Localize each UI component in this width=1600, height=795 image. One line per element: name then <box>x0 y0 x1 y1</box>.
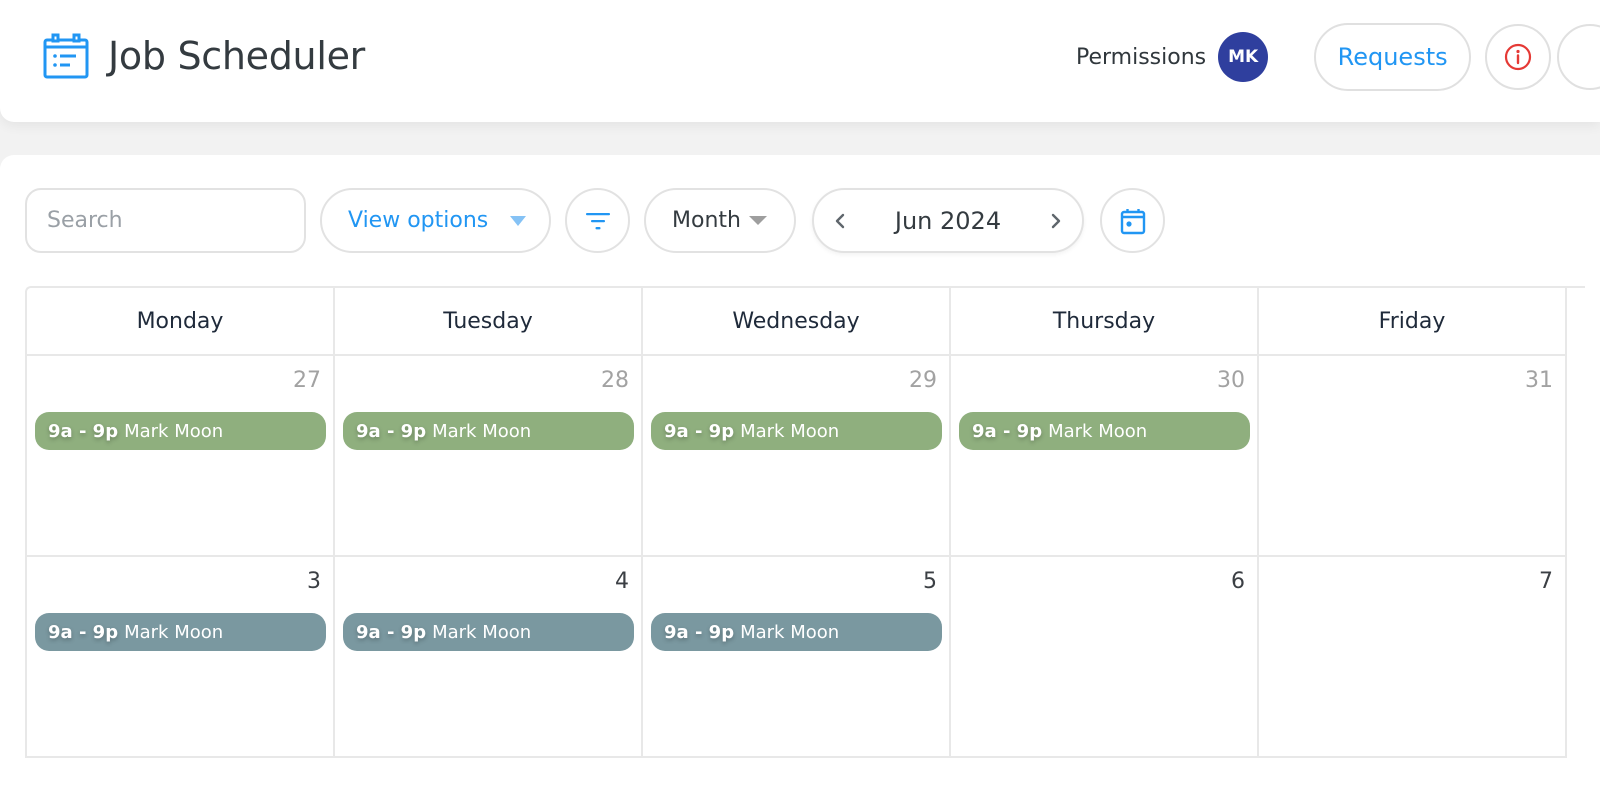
permissions-link[interactable]: Permissions <box>1076 45 1206 70</box>
shift-event[interactable]: 9a - 9p Mark Moon <box>651 412 942 450</box>
app-title: Job Scheduler <box>108 34 365 78</box>
date-number: 3 <box>307 569 321 594</box>
date-number: 7 <box>1539 569 1553 594</box>
date-number: 4 <box>615 569 629 594</box>
day-cell[interactable]: 31 <box>1259 356 1567 557</box>
event-employee-name: Mark Moon <box>432 420 532 442</box>
event-time: 9a - 9p <box>48 621 119 643</box>
shift-event[interactable]: 9a - 9p Mark Moon <box>343 412 634 450</box>
event-employee-name: Mark Moon <box>1048 420 1148 442</box>
shift-event[interactable]: 9a - 9p Mark Moon <box>343 613 634 651</box>
current-period-label: Jun 2024 <box>894 206 1002 235</box>
weekday-header: Monday <box>27 288 335 356</box>
date-number: 30 <box>1217 368 1245 393</box>
prev-period-button[interactable] <box>828 206 852 236</box>
chevron-left-icon <box>835 213 845 228</box>
day-cell[interactable]: 28 9a - 9p Mark Moon <box>335 356 643 557</box>
info-button[interactable] <box>1485 24 1552 90</box>
weekday-header: Friday <box>1259 288 1567 356</box>
event-time: 9a - 9p <box>664 621 735 643</box>
chevron-right-icon <box>1051 213 1061 228</box>
event-time: 9a - 9p <box>356 621 427 643</box>
event-employee-name: Mark Moon <box>740 621 840 643</box>
date-navigator: Jun 2024 <box>812 188 1084 253</box>
day-cell[interactable]: 6 <box>951 557 1259 758</box>
weekday-header: Wednesday <box>643 288 951 356</box>
event-time: 9a - 9p <box>48 420 119 442</box>
more-button[interactable] <box>1557 24 1600 90</box>
weekday-header: Tuesday <box>335 288 643 356</box>
search-box[interactable] <box>25 188 321 253</box>
main-content: View options Month Jun 2024 <box>0 155 1600 795</box>
date-number: 5 <box>923 569 937 594</box>
event-employee-name: Mark Moon <box>124 420 224 442</box>
day-cell[interactable]: 4 9a - 9p Mark Moon <box>335 557 643 758</box>
filter-button[interactable] <box>565 188 630 253</box>
day-cell[interactable]: 5 9a - 9p Mark Moon <box>643 557 951 758</box>
info-icon <box>1505 43 1532 71</box>
filter-icon <box>585 212 610 229</box>
date-number: 29 <box>909 368 937 393</box>
day-cell[interactable]: 3 9a - 9p Mark Moon <box>27 557 335 758</box>
header-actions: Permissions MK Requests <box>1076 22 1600 92</box>
calendar-list-icon <box>43 33 89 79</box>
event-time: 9a - 9p <box>664 420 735 442</box>
search-input[interactable] <box>47 208 321 233</box>
view-options-dropdown[interactable]: View options <box>320 188 551 253</box>
shift-event[interactable]: 9a - 9p Mark Moon <box>651 613 942 651</box>
caret-down-icon <box>748 216 767 225</box>
shift-event[interactable]: 9a - 9p Mark Moon <box>35 613 326 651</box>
weekday-header: Thursday <box>951 288 1259 356</box>
weekday-header-row: Monday Tuesday Wednesday Thursday Friday <box>27 288 1585 356</box>
caret-down-icon <box>510 215 527 226</box>
user-avatar[interactable]: MK <box>1218 32 1269 82</box>
event-time: 9a - 9p <box>356 420 427 442</box>
date-number: 27 <box>293 368 321 393</box>
view-options-label: View options <box>348 208 489 233</box>
date-number: 28 <box>601 368 629 393</box>
day-cell[interactable]: 27 9a - 9p Mark Moon <box>27 356 335 557</box>
next-period-button[interactable] <box>1044 206 1068 236</box>
event-time: 9a - 9p <box>972 420 1043 442</box>
view-mode-select[interactable]: Month <box>644 188 796 253</box>
day-cell[interactable]: 7 <box>1259 557 1567 758</box>
event-employee-name: Mark Moon <box>432 621 532 643</box>
event-employee-name: Mark Moon <box>740 420 840 442</box>
month-calendar: Monday Tuesday Wednesday Thursday Friday… <box>25 286 1585 758</box>
date-number: 31 <box>1525 368 1553 393</box>
view-mode-label: Month <box>672 208 741 233</box>
today-button[interactable] <box>1100 188 1165 253</box>
app-header: Job Scheduler Permissions MK Requests <box>0 0 1600 122</box>
week-row: 27 9a - 9p Mark Moon 28 9a - 9p Mark Moon 29 9a… <box>27 356 1585 557</box>
brand: Job Scheduler <box>42 32 365 80</box>
shift-event[interactable]: 9a - 9p Mark Moon <box>959 412 1250 450</box>
calendar-today-icon <box>1120 208 1145 234</box>
requests-button[interactable]: Requests <box>1314 23 1472 91</box>
event-employee-name: Mark Moon <box>124 621 224 643</box>
date-number: 6 <box>1231 569 1245 594</box>
toolbar: View options Month Jun 2024 <box>25 188 1165 253</box>
calendar-body: 27 9a - 9p Mark Moon 28 9a - 9p Mark Moon 29 9a… <box>27 356 1585 758</box>
day-cell[interactable]: 29 9a - 9p Mark Moon <box>643 356 951 557</box>
shift-event[interactable]: 9a - 9p Mark Moon <box>35 412 326 450</box>
day-cell[interactable]: 30 9a - 9p Mark Moon <box>951 356 1259 557</box>
week-row: 3 9a - 9p Mark Moon 4 9a - 9p Mark Moon 5 9a - … <box>27 557 1585 758</box>
